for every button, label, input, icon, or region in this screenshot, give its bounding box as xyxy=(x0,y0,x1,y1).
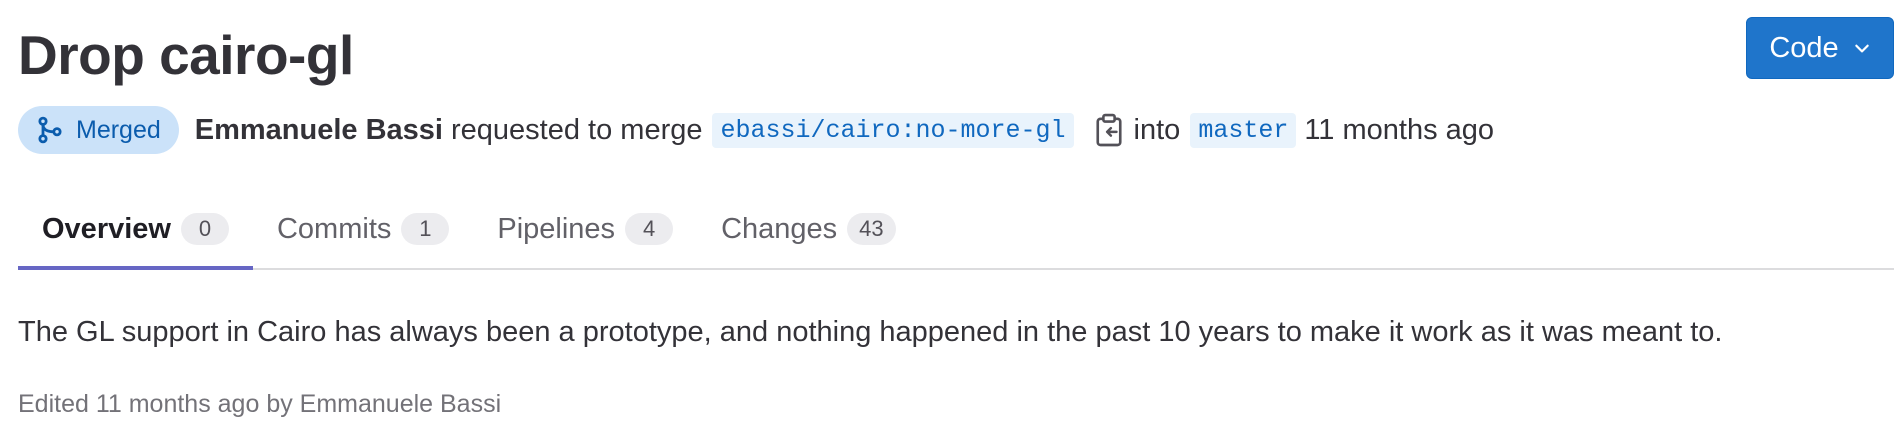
tab-commits[interactable]: Commits 1 xyxy=(253,190,473,268)
tab-count-badge: 0 xyxy=(180,213,229,245)
merge-request-meta: Merged Emmanuele Bassi requested to merg… xyxy=(18,106,1494,154)
merge-request-description: The GL support in Cairo has always been … xyxy=(18,316,1723,348)
tab-label: Commits xyxy=(276,212,392,245)
copy-branch-icon[interactable] xyxy=(1094,113,1124,147)
tab-overview[interactable]: Overview 0 xyxy=(18,190,253,270)
edited-info: Edited 11 months ago by Emmanuele Bassi xyxy=(18,390,502,418)
code-button-label: Code xyxy=(1769,31,1839,64)
status-badge: Merged xyxy=(18,106,179,154)
merge-request-tabs: Overview 0 Commits 1 Pipelines 4 Changes… xyxy=(18,190,1894,270)
tab-label: Overview xyxy=(42,212,171,245)
tab-changes[interactable]: Changes 43 xyxy=(697,190,920,268)
tab-count-badge: 1 xyxy=(401,213,450,245)
merge-time: 11 months ago xyxy=(1304,113,1495,146)
code-button[interactable]: Code xyxy=(1746,17,1894,79)
merge-icon xyxy=(38,116,62,144)
chevron-down-icon xyxy=(1853,39,1871,57)
merge-action-text: requested to merge xyxy=(451,113,703,146)
author-link[interactable]: Emmanuele Bassi xyxy=(195,114,443,147)
tab-count-badge: 43 xyxy=(847,213,896,245)
target-branch[interactable]: master xyxy=(1190,112,1297,148)
status-label: Merged xyxy=(76,115,161,144)
page-title: Drop cairo-gl xyxy=(18,24,354,86)
tab-pipelines[interactable]: Pipelines 4 xyxy=(473,190,697,268)
source-branch[interactable]: ebassi/cairo:no-more-gl xyxy=(712,112,1074,148)
tab-label: Changes xyxy=(721,212,838,245)
tab-label: Pipelines xyxy=(497,212,616,245)
into-text: into xyxy=(1133,113,1181,146)
tab-count-badge: 4 xyxy=(625,213,674,245)
